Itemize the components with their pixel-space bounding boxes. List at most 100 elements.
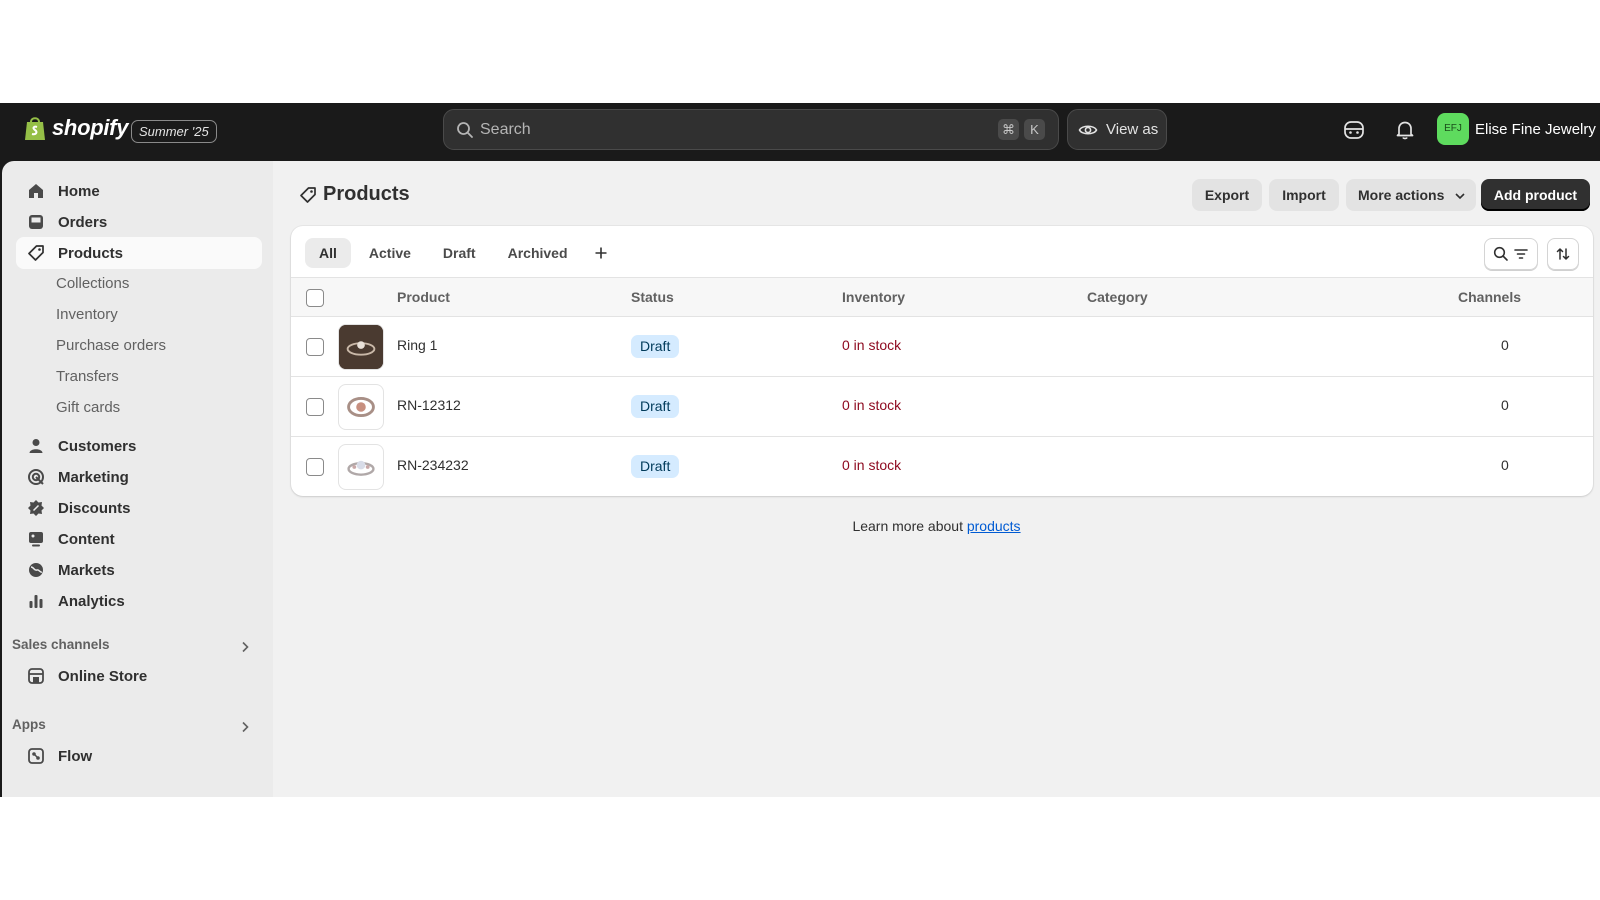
shopify-admin: shopify Summer '25 ⌘ K View as [0, 103, 1600, 797]
shopify-bag-icon [25, 117, 45, 140]
status-badge: Draft [631, 455, 680, 478]
product-name[interactable]: Ring 1 [397, 337, 437, 353]
search-input[interactable] [480, 110, 960, 149]
sidebar-subitem-collections[interactable]: Collections [56, 275, 129, 292]
page-header: Products [299, 183, 410, 206]
row-checkbox[interactable] [306, 398, 324, 416]
learn-more-link[interactable]: products [967, 518, 1021, 534]
chevron-right-icon[interactable] [238, 640, 252, 654]
tag-icon [300, 186, 316, 203]
sidebar-item-home[interactable]: Home [16, 175, 262, 207]
add-view-button[interactable] [586, 238, 616, 268]
sidebar-item-label: Marketing [58, 468, 129, 486]
account-menu[interactable]: EFJ Elise Fine Jewelry [1437, 113, 1596, 145]
channels-value: 0 [1501, 397, 1509, 413]
search-filter-button[interactable] [1484, 238, 1538, 270]
sidebar-item-flow[interactable]: Flow [16, 740, 262, 772]
sidebar-item-label: Analytics [58, 592, 125, 610]
discount-icon [28, 500, 44, 516]
chevron-right-icon[interactable] [238, 720, 252, 734]
sidebar-item-markets[interactable]: Markets [16, 554, 262, 586]
product-name[interactable]: RN-234232 [397, 457, 469, 473]
bar-chart-icon [29, 595, 43, 608]
sidebar-subitem-gift-cards[interactable]: Gift cards [56, 399, 120, 416]
sidebar-item-label: Products [58, 244, 124, 262]
product-thumbnail[interactable] [338, 384, 384, 430]
table-row[interactable]: Ring 1 Draft 0 in stock 0 [291, 317, 1593, 377]
table-row[interactable]: RN-234232 Draft 0 in stock 0 [291, 437, 1593, 496]
sidebar-item-customers[interactable]: Customers [16, 430, 262, 462]
bell-icon[interactable] [1394, 119, 1416, 141]
sidebar-item-online-store[interactable]: Online Store [16, 660, 262, 692]
ring-image-icon [347, 460, 375, 476]
shopify-wordmark: shopify [52, 115, 129, 140]
home-icon [29, 184, 43, 198]
ring-image-icon [339, 325, 383, 369]
person-icon [29, 439, 43, 453]
sidebar-subitem-purchase-orders[interactable]: Purchase orders [56, 337, 166, 354]
column-header-product[interactable]: Product [397, 289, 450, 305]
shortcut-k-key: K [1024, 119, 1045, 140]
export-button[interactable]: Export [1192, 179, 1262, 211]
sidebar-item-products[interactable]: Products [16, 237, 262, 269]
apps-heading[interactable]: Apps [12, 717, 46, 732]
column-header-channels[interactable]: Channels [1458, 289, 1521, 305]
shopify-logo[interactable]: shopify [24, 115, 128, 141]
tab-draft[interactable]: Draft [429, 238, 490, 268]
sidebar-item-orders[interactable]: Orders [16, 206, 262, 238]
view-as-button[interactable]: View as [1067, 109, 1167, 150]
store-icon [28, 668, 44, 684]
sidebar-item-label: Discounts [58, 499, 131, 517]
sidekick-icon[interactable] [1343, 119, 1365, 141]
sidebar-item-label: Online Store [58, 667, 148, 685]
search-bar[interactable]: ⌘ K [443, 109, 1059, 150]
page-title: Products [323, 183, 410, 205]
top-bar: shopify Summer '25 ⌘ K View as [0, 103, 1600, 161]
row-checkbox[interactable] [306, 458, 324, 476]
sort-button[interactable] [1547, 238, 1579, 270]
plus-icon [595, 247, 607, 259]
sidebar-item-discounts[interactable]: Discounts [16, 492, 262, 524]
ring-image-icon [347, 396, 375, 418]
product-thumbnail[interactable] [338, 444, 384, 490]
column-header-status[interactable]: Status [631, 289, 674, 305]
column-header-category[interactable]: Category [1087, 289, 1148, 305]
sidebar-item-content[interactable]: Content [16, 523, 262, 555]
sales-channels-heading[interactable]: Sales channels [12, 637, 110, 652]
main-content: Products Export Import More actions Add … [273, 161, 1600, 797]
sidebar-subitem-transfers[interactable]: Transfers [56, 368, 119, 385]
sidebar-subitem-inventory[interactable]: Inventory [56, 306, 118, 323]
tab-all[interactable]: All [305, 238, 351, 268]
column-header-inventory[interactable]: Inventory [842, 289, 905, 305]
store-name: Elise Fine Jewelry [1475, 120, 1596, 138]
image-icon [29, 532, 43, 547]
more-actions-button[interactable]: More actions [1346, 179, 1476, 211]
row-checkbox[interactable] [306, 338, 324, 356]
filter-tabs: All Active Draft Archived [305, 238, 616, 268]
sidebar: Home Orders Products Collections Invento… [2, 161, 273, 797]
status-badge: Draft [631, 335, 680, 358]
channels-value: 0 [1501, 337, 1509, 353]
sidebar-item-marketing[interactable]: Marketing [16, 461, 262, 493]
sidebar-item-label: Customers [58, 437, 137, 455]
tab-active[interactable]: Active [355, 238, 425, 268]
sidebar-item-analytics[interactable]: Analytics [16, 585, 262, 617]
search-icon [457, 122, 473, 138]
learn-more-footer: Learn more about products [273, 518, 1600, 534]
sidebar-item-label: Markets [58, 561, 115, 579]
more-actions-label: More actions [1358, 187, 1445, 203]
table-row[interactable]: RN-12312 Draft 0 in stock 0 [291, 377, 1593, 437]
add-product-button[interactable]: Add product [1481, 179, 1590, 211]
release-badge[interactable]: Summer '25 [131, 120, 217, 143]
tab-archived[interactable]: Archived [494, 238, 582, 268]
product-thumbnail[interactable] [338, 324, 384, 370]
status-badge: Draft [631, 395, 680, 418]
channels-value: 0 [1501, 457, 1509, 473]
sidebar-item-label: Orders [58, 213, 108, 231]
product-name[interactable]: RN-12312 [397, 397, 461, 413]
target-icon [28, 469, 44, 485]
flow-icon [28, 748, 44, 764]
select-all-checkbox[interactable] [306, 289, 324, 307]
import-button[interactable]: Import [1269, 179, 1339, 211]
products-card: All Active Draft Archived Product Status… [291, 226, 1593, 496]
